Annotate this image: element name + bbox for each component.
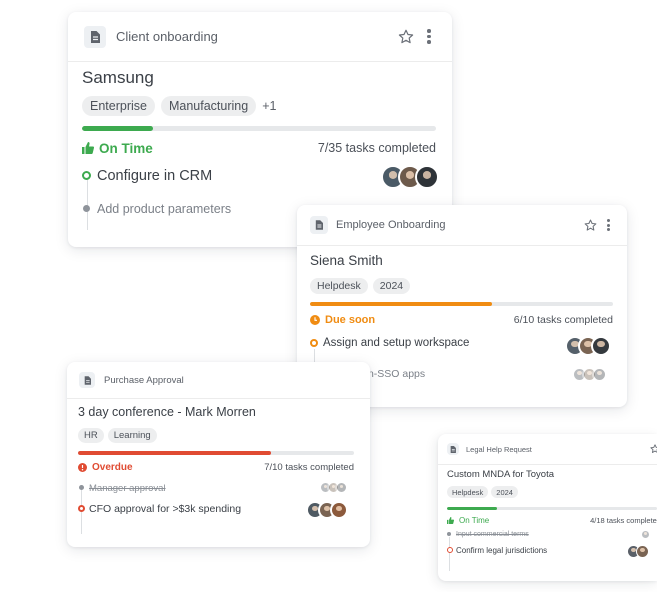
- tag: Manufacturing: [160, 96, 257, 116]
- status-due-soon: Due soon: [310, 314, 375, 326]
- task-label: Confirm legal jurisdictions: [456, 546, 548, 555]
- card-header: Legal Help Request: [438, 434, 657, 465]
- progress-fill: [82, 126, 153, 131]
- task-label: Add product parameters: [97, 202, 232, 216]
- overdue-dot: [446, 547, 453, 553]
- card-legal-help-request[interactable]: Legal Help Request Custom MNDA for Toyot…: [438, 434, 657, 581]
- document-icon: [84, 25, 106, 48]
- avatar: [335, 481, 348, 494]
- avatar: [641, 530, 650, 539]
- document-icon: [310, 216, 328, 234]
- assignee-avatars[interactable]: [306, 501, 348, 519]
- card-type-label: Legal Help Request: [466, 444, 532, 454]
- thumbs-up-icon: [82, 142, 94, 154]
- tag-list: Helpdesk 2024: [310, 277, 613, 294]
- more-tags-count[interactable]: +1: [262, 99, 276, 113]
- status-label: On Time: [99, 140, 153, 156]
- upcoming-dot: [83, 205, 90, 212]
- more-options-icon[interactable]: [422, 27, 436, 47]
- card-header: Employee Onboarding: [297, 205, 627, 246]
- card-title: Custom MNDA for Toyota: [447, 469, 555, 480]
- task-label: Manager approval: [89, 482, 166, 494]
- status-on-time: On Time: [447, 516, 489, 525]
- clock-icon: [310, 314, 320, 325]
- assignee-avatars[interactable]: [627, 545, 649, 558]
- tag: HR: [78, 428, 104, 443]
- tag: Helpdesk: [310, 277, 368, 294]
- document-icon: [79, 372, 95, 388]
- assignee-avatars[interactable]: [565, 336, 611, 356]
- progress-fill: [447, 507, 498, 510]
- task-label: CFO approval for >$3k spending: [89, 503, 242, 515]
- assignee-avatars[interactable]: [641, 530, 650, 539]
- task-item[interactable]: Manager approval: [78, 482, 354, 494]
- progress-bar: [310, 302, 613, 306]
- avatar: [636, 545, 649, 558]
- status-label: Due soon: [325, 313, 376, 326]
- avatar: [591, 336, 611, 356]
- avatar: [592, 367, 607, 382]
- task-count: 7/35 tasks completed: [317, 141, 436, 155]
- tag: Learning: [107, 428, 157, 443]
- card-purchase-approval[interactable]: Purchase Approval 3 day conference - Mar…: [67, 362, 370, 547]
- tag-list: Helpdesk 2024: [447, 486, 657, 498]
- card-title: Samsung: [82, 68, 154, 87]
- status-label: On Time: [459, 515, 490, 525]
- task-count: 6/10 tasks completed: [513, 313, 613, 326]
- avatar: [415, 165, 439, 189]
- thumbs-up-icon: [447, 516, 454, 524]
- in-progress-dot: [82, 171, 91, 180]
- status-overdue: Overdue: [78, 462, 133, 473]
- tag-list: HR Learning: [78, 428, 354, 443]
- more-options-icon[interactable]: [603, 217, 613, 233]
- assignee-avatars[interactable]: [319, 481, 348, 494]
- document-icon: [447, 443, 459, 455]
- card-type-label: Employee Onboarding: [336, 219, 446, 231]
- status-label: Overdue: [92, 461, 133, 473]
- card-type-label: Client onboarding: [116, 29, 218, 44]
- task-count: 7/10 tasks completed: [264, 461, 354, 473]
- progress-bar: [78, 451, 354, 455]
- progress-fill: [78, 451, 272, 455]
- tag: Helpdesk: [447, 486, 489, 498]
- avatar: [330, 501, 348, 519]
- status-on-time: On Time: [82, 141, 153, 156]
- tag: 2024: [491, 486, 518, 498]
- assignee-avatars[interactable]: [572, 367, 607, 382]
- card-header: Client onboarding: [68, 12, 452, 62]
- done-dot: [79, 485, 84, 490]
- card-header: Purchase Approval: [67, 362, 370, 399]
- tag: 2024: [372, 277, 411, 294]
- task-label: Input commercial terms: [456, 530, 529, 538]
- done-dot: [447, 532, 451, 536]
- progress-bar: [447, 507, 657, 510]
- task-label: Assign and setup workspace: [323, 337, 470, 349]
- task-item[interactable]: Confirm legal jurisdictions: [446, 545, 647, 556]
- alert-icon: [78, 462, 87, 472]
- card-type-label: Purchase Approval: [104, 374, 184, 386]
- overdue-dot: [78, 505, 85, 512]
- star-icon[interactable]: [582, 217, 598, 233]
- in-progress-dot: [310, 339, 318, 347]
- tag-list: Enterprise Manufacturing +1: [82, 96, 436, 116]
- star-icon[interactable]: [396, 27, 416, 47]
- progress-bar: [82, 126, 436, 131]
- task-count: 4/18 tasks completed: [590, 515, 657, 525]
- task-item[interactable]: Input commercial terms: [447, 529, 647, 539]
- task-label: Configure in CRM: [97, 168, 213, 184]
- progress-fill: [310, 302, 492, 306]
- card-title: 3 day conference - Mark Morren: [78, 405, 256, 419]
- card-title: Siena Smith: [310, 253, 383, 268]
- assignee-avatars[interactable]: [381, 165, 439, 189]
- star-icon[interactable]: [649, 443, 657, 455]
- tag: Enterprise: [82, 96, 155, 116]
